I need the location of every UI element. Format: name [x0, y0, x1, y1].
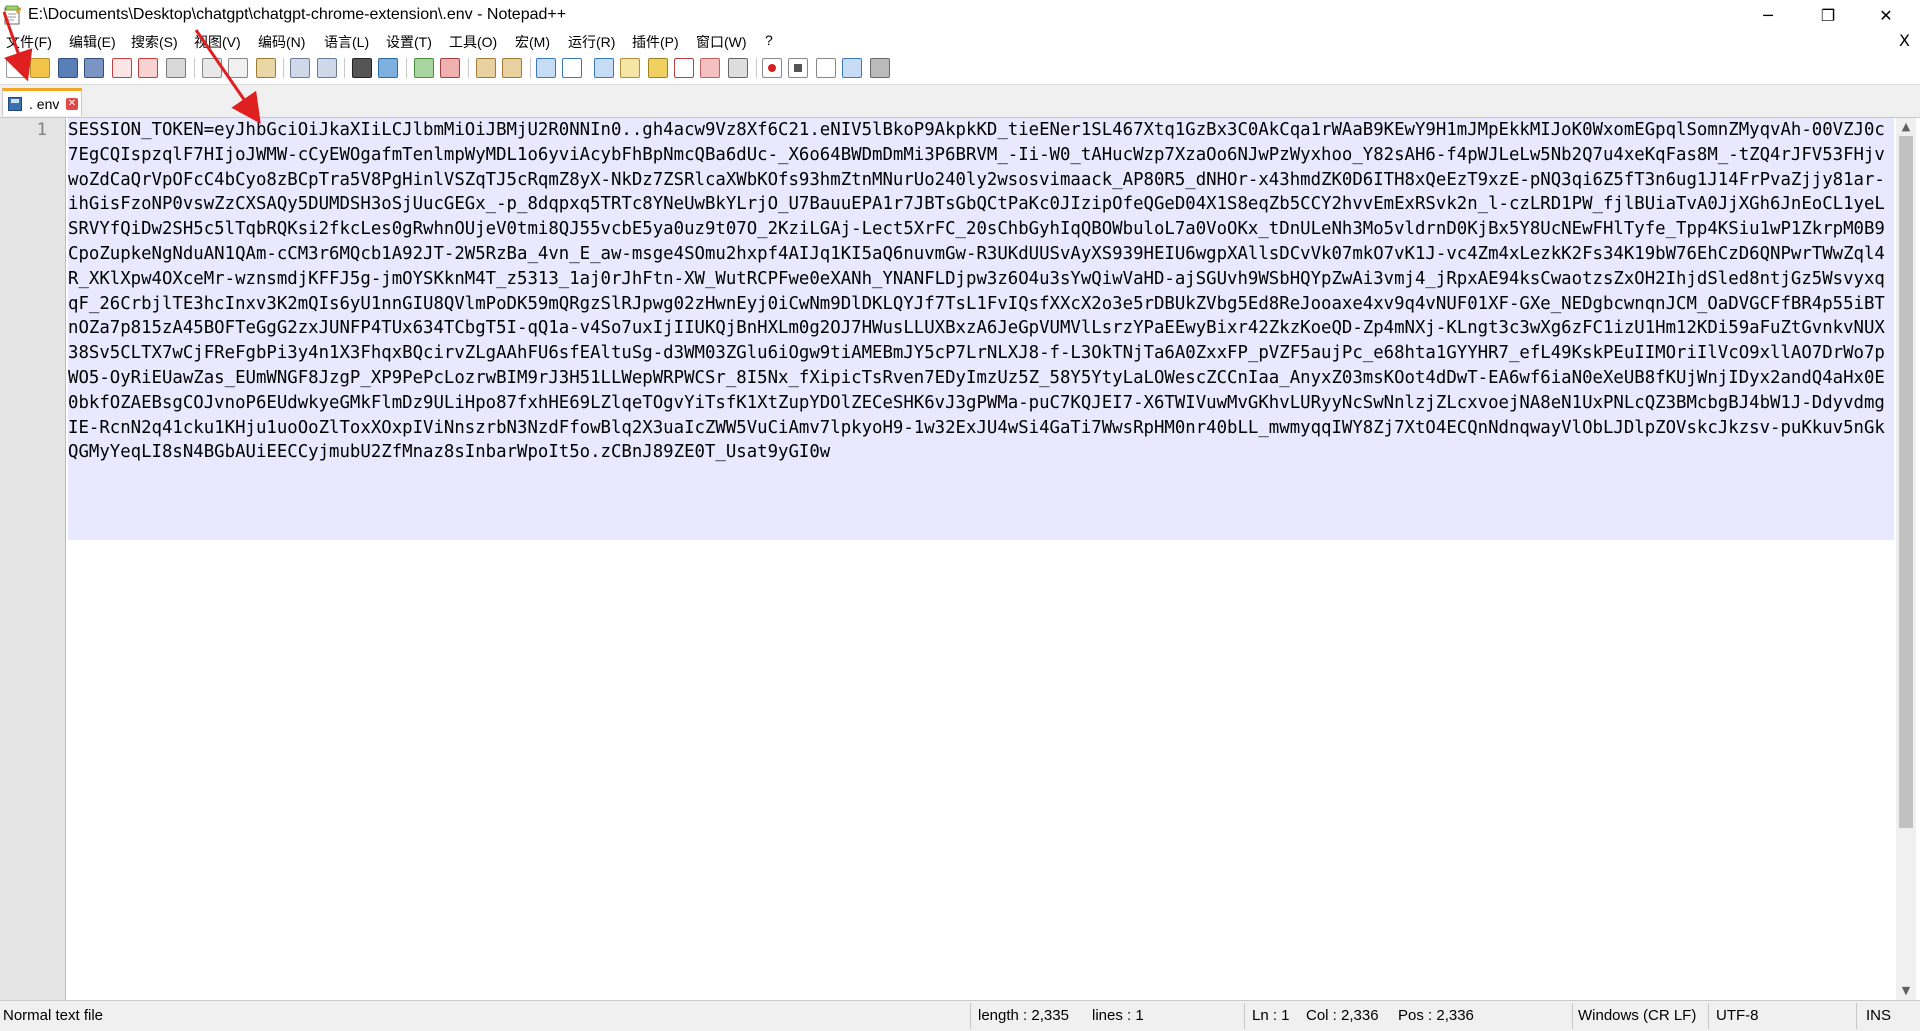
- save-macro-icon[interactable]: [870, 58, 890, 78]
- menu-language[interactable]: 语言(L): [324, 32, 369, 52]
- sync-v-icon[interactable]: [476, 58, 496, 78]
- status-separator: [1708, 1003, 1709, 1029]
- tab-env-file[interactable]: . env ✕: [2, 88, 82, 116]
- close-all-icon[interactable]: [138, 58, 158, 78]
- toolbar: [0, 52, 1920, 85]
- undo-icon[interactable]: [290, 58, 310, 78]
- vertical-scrollbar[interactable]: ▲ ▼: [1896, 118, 1916, 1000]
- title-bar: E:\Documents\Desktop\chatgpt\chatgpt-chr…: [0, 0, 1920, 30]
- menu-window[interactable]: 窗口(W): [696, 32, 747, 52]
- scroll-down-icon[interactable]: ▼: [1896, 982, 1916, 1000]
- copy-icon[interactable]: [228, 58, 248, 78]
- toolbar-separator: [344, 58, 345, 78]
- status-eol[interactable]: Windows (CR LF): [1578, 1007, 1696, 1024]
- open-icon[interactable]: [30, 58, 50, 78]
- menu-run[interactable]: 运行(R): [568, 32, 615, 52]
- maximize-button[interactable]: ❐: [1800, 0, 1856, 30]
- line-number: 1: [36, 120, 47, 140]
- stop-macro-icon[interactable]: [788, 58, 808, 78]
- folder-as-workspace-icon[interactable]: [700, 58, 720, 78]
- monitor-icon[interactable]: [728, 58, 748, 78]
- zoom-in-icon[interactable]: [414, 58, 434, 78]
- print-icon[interactable]: [166, 58, 186, 78]
- find-icon[interactable]: [352, 58, 372, 78]
- tab-label: . env: [29, 96, 60, 112]
- close-icon[interactable]: [112, 58, 132, 78]
- toolbar-separator: [756, 58, 757, 78]
- status-length: length : 2,335: [978, 1007, 1069, 1024]
- menu-help[interactable]: ?: [765, 32, 773, 48]
- notepadpp-app-icon[interactable]: [4, 5, 22, 25]
- line-number-gutter: 1: [0, 118, 66, 1000]
- status-encoding: UTF-8: [1716, 1007, 1759, 1024]
- status-col: Col : 2,336: [1306, 1007, 1379, 1024]
- play-macro-icon[interactable]: [816, 58, 836, 78]
- show-all-chars-icon[interactable]: [562, 58, 582, 78]
- status-ln: Ln : 1: [1252, 1007, 1290, 1024]
- menu-encoding[interactable]: 编码(N): [258, 32, 305, 52]
- file-saved-icon: [8, 97, 22, 111]
- menu-view[interactable]: 视图(V): [194, 32, 241, 52]
- menu-edit[interactable]: 编辑(E): [69, 32, 116, 52]
- menu-macro[interactable]: 宏(M): [515, 32, 550, 52]
- doc-map-icon[interactable]: [620, 58, 640, 78]
- function-list-icon[interactable]: [648, 58, 668, 78]
- toolbar-separator: [468, 58, 469, 78]
- minimize-button[interactable]: ─: [1740, 0, 1796, 30]
- status-pos: Pos : 2,336: [1398, 1007, 1474, 1024]
- replace-icon[interactable]: [378, 58, 398, 78]
- folder-workspace-icon[interactable]: [674, 58, 694, 78]
- record-macro-icon[interactable]: [762, 58, 782, 78]
- status-separator: [970, 1003, 971, 1029]
- file-content[interactable]: SESSION_TOKEN=eyJhbGciOiJkaXIiLCJlbmMiOi…: [68, 118, 1888, 465]
- redo-icon[interactable]: [317, 58, 337, 78]
- menu-file[interactable]: 文件(F): [6, 32, 52, 52]
- close-window-button[interactable]: ✕: [1858, 0, 1914, 30]
- toolbar-separator: [283, 58, 284, 78]
- menu-settings[interactable]: 设置(T): [386, 32, 432, 52]
- zoom-out-icon[interactable]: [440, 58, 460, 78]
- toolbar-separator: [406, 58, 407, 78]
- indent-guide-icon[interactable]: [594, 58, 614, 78]
- word-wrap-icon[interactable]: [536, 58, 556, 78]
- menu-tools[interactable]: 工具(O): [449, 32, 497, 52]
- status-separator: [1856, 1003, 1857, 1029]
- text-editing-area[interactable]: SESSION_TOKEN=eyJhbGciOiJkaXIiLCJlbmMiOi…: [68, 118, 1894, 1000]
- sync-h-icon[interactable]: [502, 58, 522, 78]
- menu-search[interactable]: 搜索(S): [131, 32, 178, 52]
- new-file-icon[interactable]: [6, 58, 26, 78]
- scrollbar-thumb[interactable]: [1899, 136, 1913, 828]
- menu-bar: 文件(F) 编辑(E) 搜索(S) 视图(V) 编码(N) 语言(L) 设置(T…: [0, 30, 1920, 52]
- cut-icon[interactable]: [202, 58, 222, 78]
- menu-plugins[interactable]: 插件(P): [632, 32, 679, 52]
- editor: 1 SESSION_TOKEN=eyJhbGciOiJkaXIiLCJlbmMi…: [0, 118, 1920, 1000]
- toolbar-separator: [530, 58, 531, 78]
- toolbar-separator: [194, 58, 195, 78]
- status-bar: Normal text file length : 2,335 lines : …: [0, 1000, 1920, 1031]
- tab-bar: . env ✕: [0, 85, 1920, 118]
- status-separator: [1244, 1003, 1245, 1029]
- paste-icon[interactable]: [256, 58, 276, 78]
- scroll-up-icon[interactable]: ▲: [1896, 118, 1916, 136]
- status-lines: lines : 1: [1092, 1007, 1144, 1024]
- save-icon[interactable]: [58, 58, 78, 78]
- close-document-button[interactable]: X: [1899, 31, 1910, 50]
- window-title: E:\Documents\Desktop\chatgpt\chatgpt-chr…: [28, 6, 567, 23]
- tab-close-icon[interactable]: ✕: [66, 98, 78, 110]
- run-macro-multiple-icon[interactable]: [842, 58, 862, 78]
- status-insert-mode[interactable]: INS: [1866, 1007, 1891, 1024]
- save-all-icon[interactable]: [84, 58, 104, 78]
- status-file-type: Normal text file: [3, 1007, 104, 1024]
- status-separator: [1572, 1003, 1573, 1029]
